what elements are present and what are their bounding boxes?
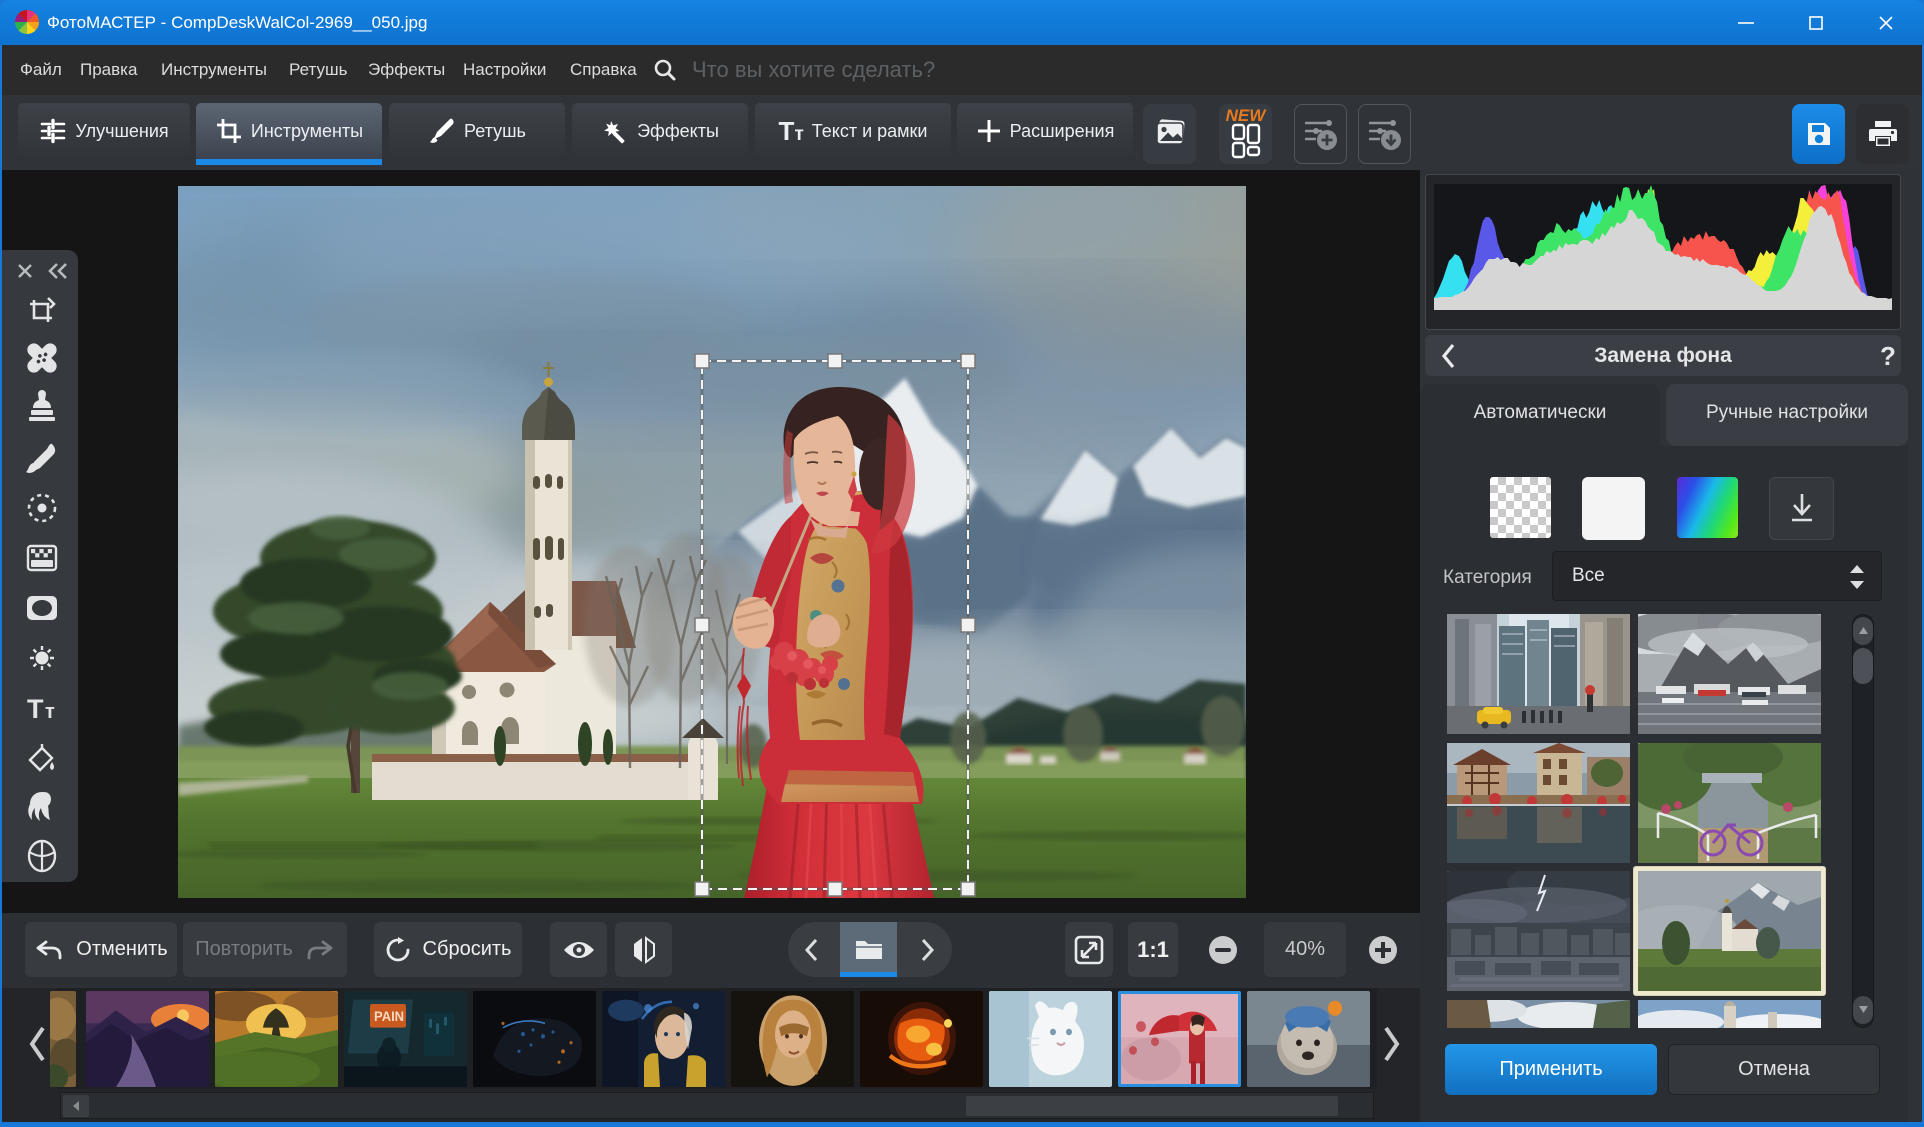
- svg-text:т: т: [45, 701, 55, 723]
- svg-text:T: T: [27, 694, 44, 724]
- svg-text:PAIN: PAIN: [374, 1009, 404, 1025]
